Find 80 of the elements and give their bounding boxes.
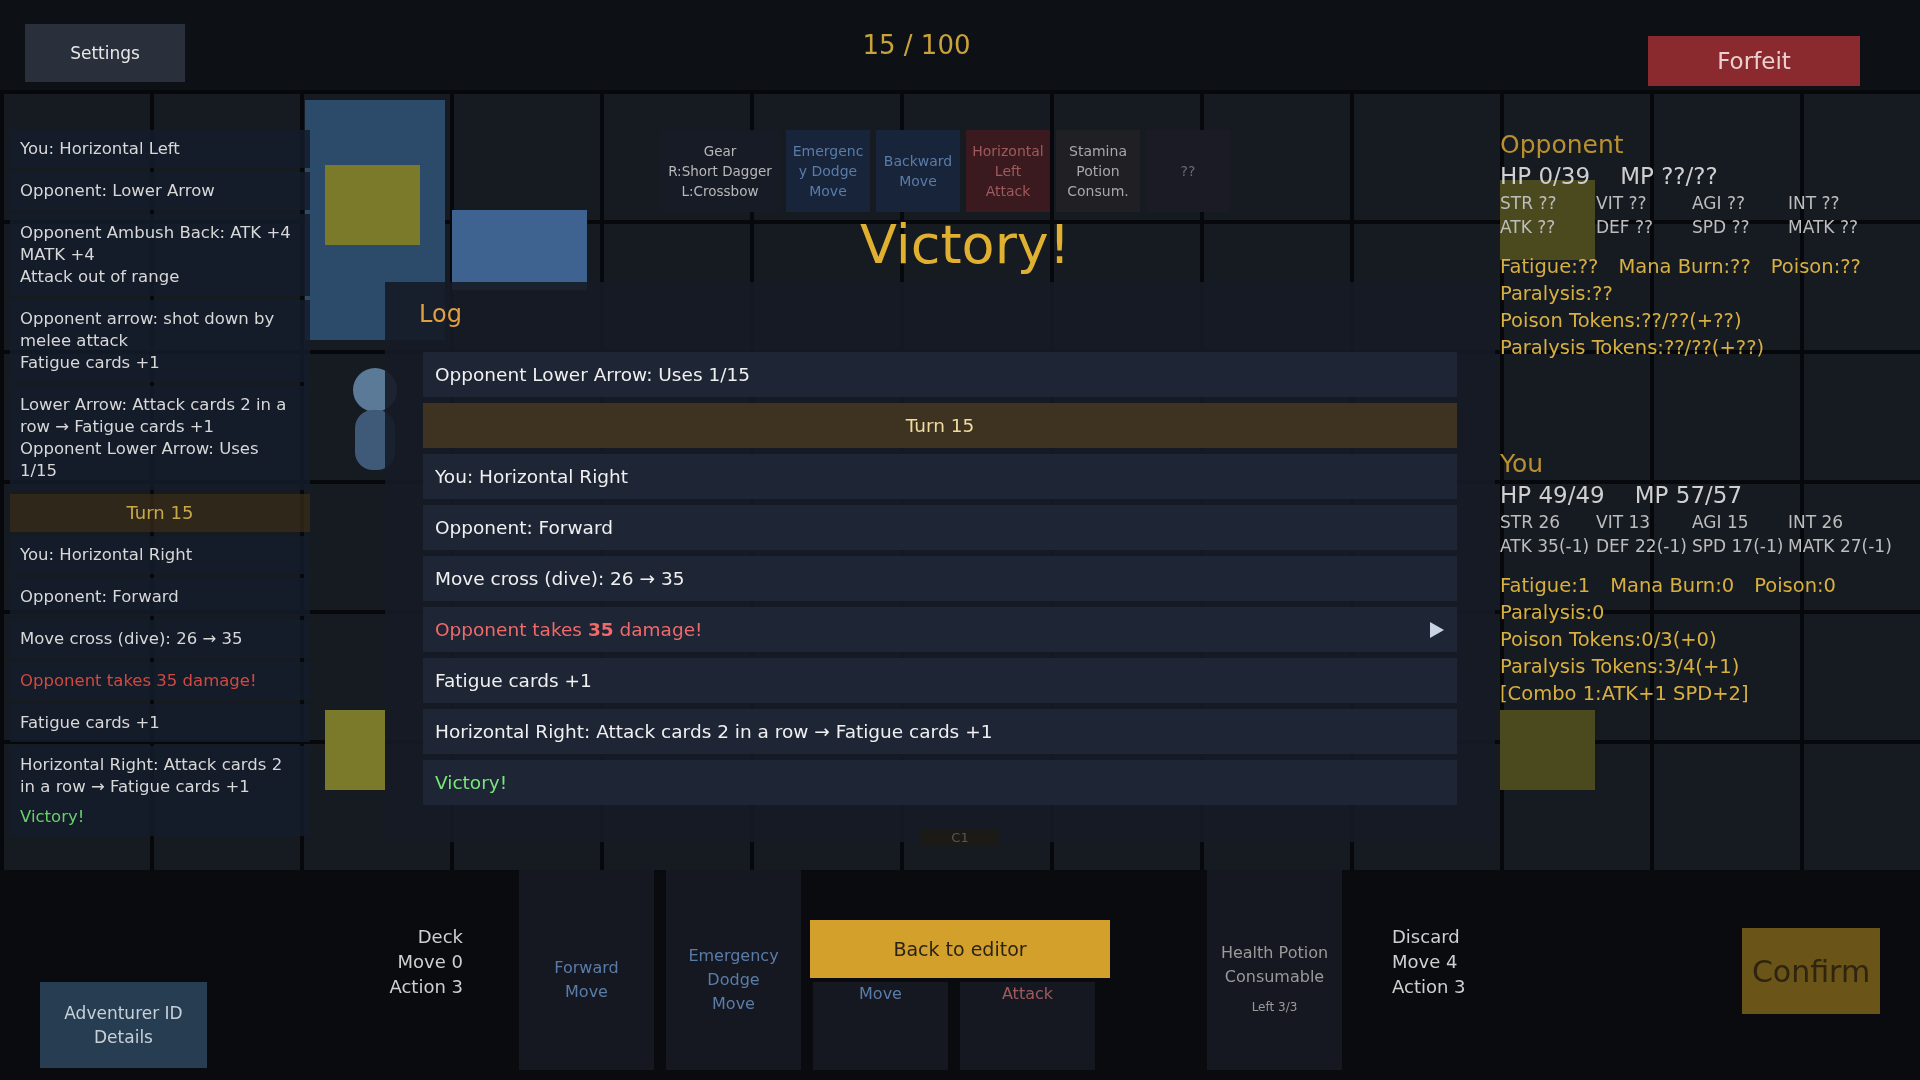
log-entry: Opponent arrow: shot down by melee attack Fatigue cards +1 (10, 300, 310, 382)
deck-info: Deck Move 0 Action 3 (388, 925, 463, 999)
log-entry: Opponent: Forward (10, 578, 310, 616)
status-value: Paralysis:0 (1500, 601, 1605, 624)
log-entry: Move cross (dive): 26 → 35 (10, 620, 310, 658)
victory-title: Victory! (860, 218, 1071, 272)
status-value: Fatigue:1 (1500, 574, 1591, 597)
adventurer-details-button[interactable]: Adventurer ID Details (40, 982, 207, 1068)
hand-card[interactable]: Stamina Potion Consum. (1056, 130, 1140, 212)
status-value: Mana Burn:0 (1610, 574, 1735, 597)
stat-value: STR 26 (1500, 512, 1562, 532)
token-value: Poison Tokens:0/3(+0) (1500, 628, 1717, 651)
log-entry: Opponent: Forward (423, 505, 1457, 550)
stat-value: INT 26 (1788, 512, 1845, 532)
log-entry: Victory! (10, 806, 310, 836)
stat-value: MATK 27(-1) (1788, 536, 1893, 556)
stat-value: MATK ?? (1788, 217, 1859, 237)
stat-value: AGI 15 (1692, 512, 1750, 532)
token-value: [Combo 1:ATK+1 SPD+2] (1500, 682, 1749, 705)
hand-card[interactable]: Emergenc y Dodge Move (786, 130, 870, 212)
token-value: Paralysis Tokens:3/4(+1) (1500, 655, 1740, 678)
stat-value: STR ?? (1500, 193, 1558, 213)
turn-header: Turn 15 (423, 403, 1457, 448)
stat-value: AGI ?? (1692, 193, 1746, 213)
dialog-title: Log (419, 300, 463, 328)
confirm-button[interactable]: Confirm (1742, 928, 1880, 1014)
log-entry: You: Horizontal Left (10, 130, 310, 168)
player-title: You (1500, 449, 1545, 478)
stat-value: ATK 35(-1) (1500, 536, 1591, 556)
log-entry: Opponent takes 35 damage! (423, 607, 1457, 652)
hand-card[interactable]: ?? (1146, 130, 1230, 212)
forfeit-button[interactable]: Forfeit (1648, 36, 1860, 86)
turn-header: Turn 15 (10, 494, 310, 532)
hand-card[interactable]: Forward Move (519, 870, 654, 1070)
log-entry: Opponent: Lower Arrow (10, 172, 310, 210)
player-title: Opponent (1500, 130, 1625, 159)
stat-value: DEF 22(-1) (1596, 536, 1688, 556)
log-entry: Move cross (dive): 26 → 35 (423, 556, 1457, 601)
stat-value: VIT 13 (1596, 512, 1652, 532)
hand-card[interactable]: Backward Move (876, 130, 960, 212)
mp-value: MP ??/?? (1620, 163, 1718, 189)
board-label: C1 (920, 830, 1000, 845)
log-entry: Lower Arrow: Attack cards 2 in a row → Fatigue cards +1 Opponent Lower Arrow: Uses 1/15 (10, 386, 310, 490)
hp-value: HP 0/39 (1500, 163, 1591, 189)
log-entry: You: Horizontal Right (423, 454, 1457, 499)
hand-card[interactable]: Attack (960, 982, 1095, 1070)
back-to-editor-button[interactable]: Back to editor (810, 920, 1110, 978)
log-entry: You: Horizontal Right (10, 536, 310, 574)
hand-card[interactable]: Horizontal Left Attack (966, 130, 1050, 212)
status-value: Poison:?? (1770, 255, 1861, 278)
mp-value: MP 57/57 (1634, 482, 1743, 508)
log-entry: Opponent Ambush Back: ATK +4 MATK +4 Attack out of range (10, 214, 310, 296)
log-entry: Horizontal Right: Attack cards 2 in a row → Fatigue cards +1 (423, 709, 1457, 754)
log-entry: Victory! (423, 760, 1457, 805)
status-value: Paralysis:?? (1500, 282, 1613, 305)
status-value: Mana Burn:?? (1618, 255, 1751, 278)
status-value: Poison:0 (1754, 574, 1837, 597)
play-icon[interactable] (1429, 620, 1445, 639)
log-entry: Opponent Lower Arrow: Uses 1/15 (423, 352, 1457, 397)
settings-button[interactable]: Settings (25, 24, 185, 82)
hand-card[interactable]: Emergency Dodge Move (666, 870, 801, 1070)
log-entry: Horizontal Right: Attack cards 2 in a row → Fatigue cards +1 (10, 746, 310, 806)
status-value: Fatigue:?? (1500, 255, 1599, 278)
discard-info: Discard Move 4 Action 3 (1392, 925, 1467, 999)
log-entry: Fatigue cards +1 (423, 658, 1457, 703)
token-value: Poison Tokens:??/??(+??) (1500, 309, 1742, 332)
log-entry: Fatigue cards +1 (10, 704, 310, 742)
stat-value: VIT ?? (1596, 193, 1648, 213)
hand-card[interactable]: Gear R:Short Dagger L:Crossbow (660, 130, 780, 212)
stat-value: INT ?? (1788, 193, 1841, 213)
turn-counter: 15 / 100 (862, 30, 971, 60)
hand-card[interactable]: Move (813, 982, 948, 1070)
hand-card[interactable]: Health Potion Consumable Left 3/3 (1207, 870, 1342, 1070)
stat-value: SPD 17(-1) (1692, 536, 1785, 556)
token-value: Paralysis Tokens:??/??(+??) (1500, 336, 1765, 359)
log-entry: Opponent takes 35 damage! (10, 662, 310, 700)
stat-value: DEF ?? (1596, 217, 1655, 237)
stat-value: SPD ?? (1692, 217, 1751, 237)
stat-value: ATK ?? (1500, 217, 1557, 237)
hp-value: HP 49/49 (1500, 482, 1605, 508)
